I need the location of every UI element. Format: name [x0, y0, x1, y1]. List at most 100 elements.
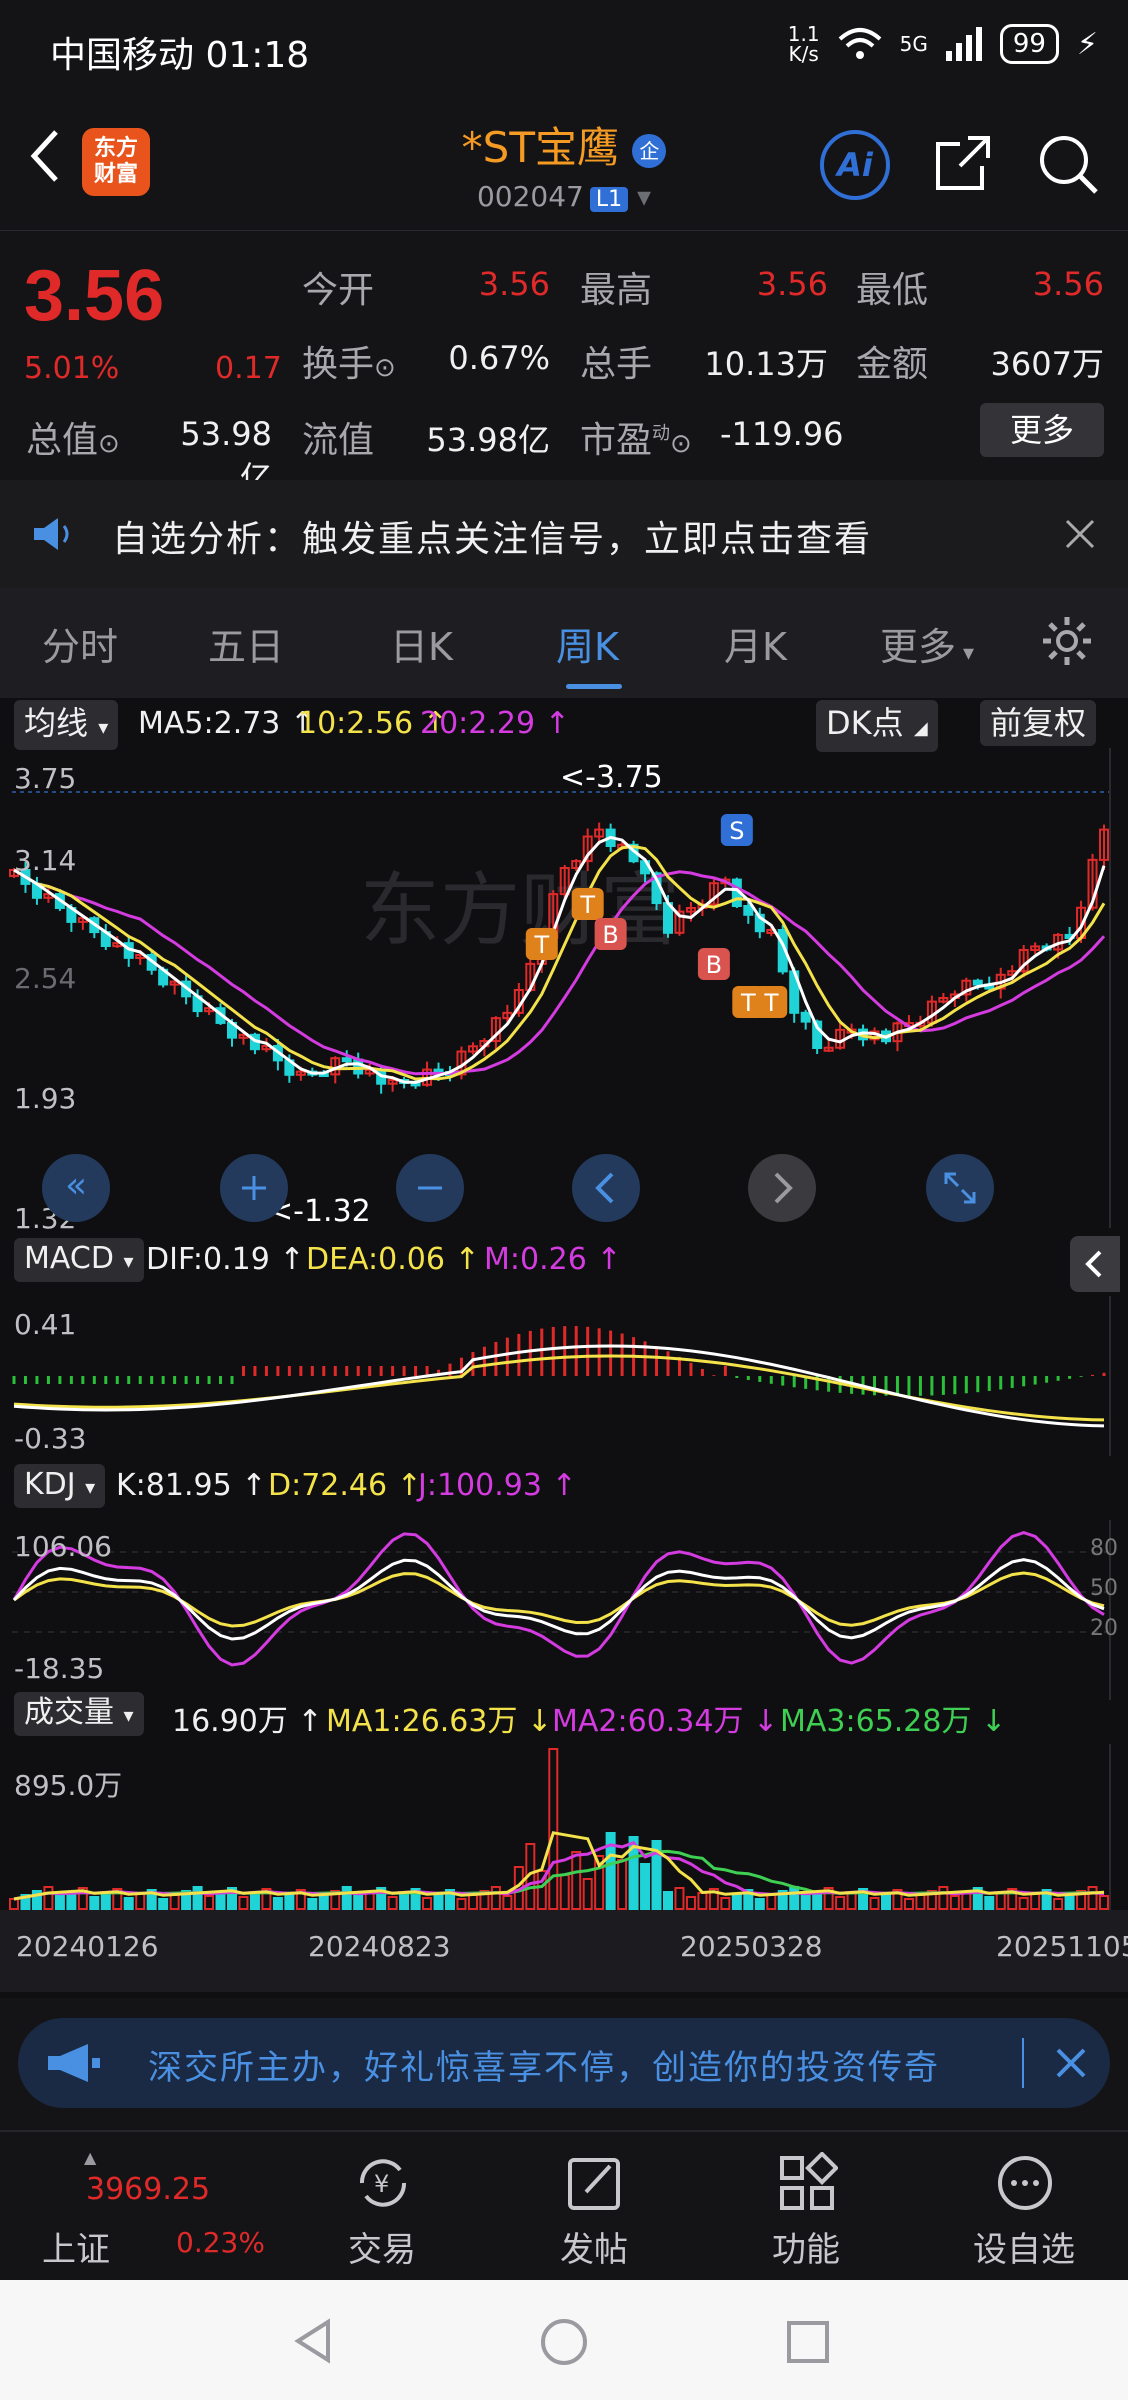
ai-assistant-button[interactable]: Ai: [820, 130, 890, 200]
volume-bar: [9, 1898, 19, 1910]
recents-square-icon[interactable]: [784, 2318, 832, 2366]
dk-point-button[interactable]: DK点 ◢: [816, 700, 938, 752]
volume-bar: [89, 1896, 100, 1910]
tab-daily-k[interactable]: 日K: [390, 616, 453, 671]
volume-bar: [100, 1892, 111, 1910]
ma5-value: MA5:2.73 ↑: [138, 706, 316, 741]
volume-chart[interactable]: [0, 1744, 1128, 1914]
trade-icon: ¥: [359, 2159, 407, 2207]
volume-bar: [307, 1898, 318, 1910]
kdj-selector[interactable]: KDJ ▾: [14, 1464, 106, 1508]
macd-chart[interactable]: [0, 1296, 1128, 1456]
caret-up-icon: ▲: [84, 2148, 97, 2167]
volume-bar: [903, 1898, 914, 1910]
macd-selector[interactable]: MACD ▾: [14, 1238, 144, 1282]
volume-bar: [456, 1898, 467, 1910]
price-tick-top: 3.75: [14, 762, 77, 795]
index-name: 上证: [42, 2230, 110, 2270]
svg-text:¥: ¥: [374, 2170, 389, 2198]
kdj-tick-bottom: -18.35: [14, 1652, 105, 1685]
macd-tick-top: 0.41: [14, 1308, 77, 1341]
zoom-out-button[interactable]: [396, 1154, 464, 1222]
info-icon: ⊙: [98, 429, 120, 459]
kline-chart-area[interactable]: 均线 ▾ MA5:2.73 ↑ 10:2.56 ↑ 20:2.29 ↑ DK点 …: [0, 698, 1128, 1998]
dif-value: DIF:0.19 ↑: [146, 1242, 305, 1277]
zoom-in-button[interactable]: [220, 1154, 288, 1222]
candle-body: [743, 905, 754, 916]
active-tab-indicator: [566, 684, 622, 689]
high-marker: <-3.75: [560, 760, 663, 795]
volume-bar: [663, 1891, 673, 1910]
volume-bar: [158, 1898, 169, 1910]
macd-tick-bottom: -0.33: [14, 1422, 87, 1455]
gear-icon[interactable]: [1040, 614, 1094, 668]
battery-indicator: 99: [999, 24, 1059, 64]
volume-bar: [617, 1859, 628, 1910]
volume-bar: [640, 1863, 651, 1910]
close-icon[interactable]: [1054, 2046, 1088, 2080]
volume-bar: [502, 1895, 513, 1910]
ad-banner[interactable]: 深交所主办，好礼惊喜享不停，创造你的投资传奇: [18, 2018, 1110, 2108]
collapse-panel-button[interactable]: [1070, 1236, 1120, 1292]
open-value: 3.56: [478, 265, 550, 303]
market-cap-label[interactable]: 总值⊙: [26, 411, 120, 463]
signal-label: B: [602, 921, 618, 949]
quote-panel: 3.56 5.01% 0.17 今开 3.56 最高 3.56 最低 3.56 …: [0, 230, 1128, 497]
chart-left-button[interactable]: [572, 1154, 640, 1222]
change-amount: 0.17: [215, 351, 282, 386]
kdj-right-tick-50: 50: [1090, 1576, 1118, 1601]
low-label: 最低: [856, 270, 929, 311]
more-quote-button[interactable]: 更多: [980, 403, 1104, 457]
share-icon[interactable]: [932, 132, 994, 194]
j-value: J:100.93 ↑: [418, 1468, 577, 1503]
index-percent: 0.23%: [176, 2226, 265, 2259]
signal-label: S: [729, 817, 744, 845]
kdj-chart[interactable]: [0, 1520, 1128, 1700]
status-bar: 中国移动 01:18 1.1 K/s 5G 99 ⚡: [0, 0, 1128, 100]
volume-bar: [582, 1878, 593, 1910]
edit-icon: [568, 2158, 620, 2210]
level-badge: L1: [589, 187, 629, 212]
pe-label[interactable]: 市盈动⊙: [580, 411, 692, 463]
volume-bar: [984, 1896, 995, 1910]
chevron-right-icon: [774, 1172, 793, 1204]
volume-bar: [720, 1897, 731, 1910]
back-triangle-icon[interactable]: [290, 2316, 340, 2366]
signal-icon: [945, 27, 982, 61]
grid-icon: [780, 2152, 838, 2210]
tab-five-day[interactable]: 五日: [208, 616, 284, 671]
notice-bar[interactable]: 自选分析：触发重点关注信号，立即点击查看: [0, 480, 1128, 588]
chevron-left-icon: [595, 1172, 614, 1204]
chart-right-button[interactable]: [748, 1154, 816, 1222]
turnover-label[interactable]: 换手⊙: [302, 335, 396, 387]
tab-monthly-k[interactable]: 月K: [724, 616, 787, 671]
volume-bar: [800, 1895, 811, 1910]
tab-timeshare[interactable]: 分时: [42, 616, 118, 671]
price-adjust-button[interactable]: 前复权: [980, 700, 1097, 746]
date-axis: 20240126 20240823 20250328 20251105: [0, 1910, 1128, 1992]
ma-selector[interactable]: 均线 ▾: [14, 700, 119, 750]
high-value: 3.56: [756, 265, 828, 303]
volume-selector[interactable]: 成交量 ▾: [14, 1692, 144, 1736]
amount-value: 3607万: [990, 345, 1104, 383]
volume-bar: [869, 1897, 880, 1910]
home-circle-icon[interactable]: [538, 2316, 590, 2368]
candle-body: [341, 1057, 352, 1063]
price-tick-2: 3.14: [14, 844, 77, 877]
volume-bar: [387, 1896, 398, 1910]
search-icon[interactable]: [1036, 132, 1100, 196]
date-label-2: 20240823: [308, 1930, 451, 1963]
tab-weekly-k[interactable]: 周K: [556, 616, 619, 671]
volume-bar: [192, 1886, 203, 1910]
volume-bar: [318, 1894, 329, 1910]
volume-bar: [697, 1892, 708, 1910]
volume-bar: [1018, 1897, 1029, 1910]
volume-bar: [341, 1886, 352, 1910]
more-dots-icon: [998, 2156, 1052, 2210]
chart-rewind-button[interactable]: «: [42, 1154, 110, 1222]
plus-icon: [242, 1176, 266, 1200]
close-icon[interactable]: [1064, 518, 1096, 550]
fullscreen-button[interactable]: [926, 1154, 994, 1222]
tab-more[interactable]: 更多 ▾: [880, 616, 974, 671]
dea-value: DEA:0.06 ↑: [306, 1242, 480, 1277]
